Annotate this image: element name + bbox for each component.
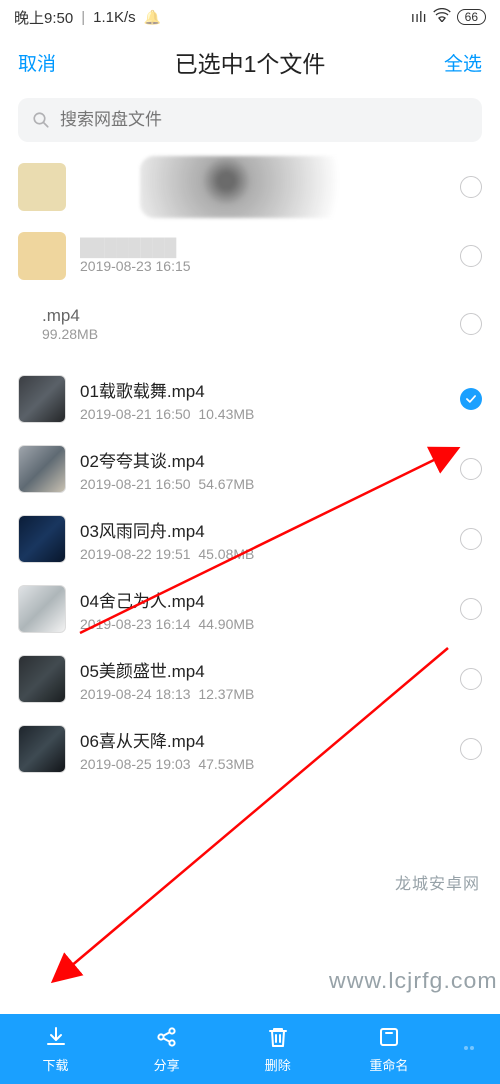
file-date: 2019-08-22 19:51 [80,546,191,562]
video-thumbnail [18,445,66,493]
file-size: 99.28MB [42,326,446,342]
redacted-text [140,156,428,218]
list-item[interactable]: ████████ 2019-08-23 16:15 [0,228,500,290]
list-item[interactable]: 06喜从天降.mp4 2019-08-25 19:03 47.53MB [0,714,500,784]
list-item[interactable]: 01载歌载舞.mp4 2019-08-21 16:50 10.43MB [0,364,500,434]
checkbox[interactable] [460,668,482,690]
more-icon [460,1036,484,1063]
bottom-toolbar: 下载 分享 删除 重命名 [0,1014,500,1084]
checkbox[interactable] [460,598,482,620]
list-item[interactable]: 03风雨同舟.mp4 2019-08-22 19:51 45.08MB [0,504,500,574]
file-size: 44.90MB [198,616,254,632]
video-thumbnail [18,515,66,563]
watermark-text: 龙城安卓网 [395,870,480,894]
list-item[interactable]: .mp4 99.28MB [0,290,500,364]
wifi-icon [433,8,451,26]
cancel-button[interactable]: 取消 [18,49,56,76]
status-net-speed: 1.1K/s [93,9,136,26]
select-all-button[interactable]: 全选 [444,49,482,76]
delete-label: 删除 [265,1055,291,1074]
share-icon [155,1025,179,1052]
download-button[interactable]: 下载 [0,1025,111,1074]
checkbox[interactable] [460,245,482,267]
battery-icon: 66 [457,9,486,25]
video-thumbnail [18,655,66,703]
list-item[interactable] [0,146,500,228]
more-button[interactable] [444,1036,500,1063]
delete-button[interactable]: 删除 [222,1025,333,1074]
file-name: 04舍己为人.mp4 [80,587,446,612]
trash-icon [266,1025,290,1052]
file-size: 12.37MB [198,686,254,702]
checkbox[interactable] [460,176,482,198]
checkbox[interactable] [460,738,482,760]
search-icon [32,111,50,129]
search-input[interactable] [60,110,468,130]
file-date: 2019-08-23 16:15 [80,258,446,274]
file-name: 03风雨同舟.mp4 [80,517,446,542]
file-list: ████████ 2019-08-23 16:15 .mp4 99.28MB 0… [0,146,500,854]
signal-icon: ıılı [411,9,427,26]
folder-icon [18,232,66,280]
status-bar: 晚上9:50 | 1.1K/s 🔔 ıılı 66 [0,0,500,34]
file-name: 02夸夸其谈.mp4 [80,447,446,472]
file-date: 2019-08-23 16:14 [80,616,191,632]
download-icon [44,1025,68,1052]
file-date: 2019-08-24 18:13 [80,686,191,702]
file-size: 45.08MB [198,546,254,562]
file-size: 47.53MB [198,756,254,772]
list-item[interactable]: 02夸夸其谈.mp4 2019-08-21 16:50 54.67MB [0,434,500,504]
rename-icon [377,1025,401,1052]
file-name: 01载歌载舞.mp4 [80,377,446,402]
video-thumbnail [18,725,66,773]
list-item[interactable]: 05美颜盛世.mp4 2019-08-24 18:13 12.37MB [0,644,500,714]
watermark-url: www.lcjrfg.com [329,968,498,994]
redacted-text: ████████ [80,238,446,258]
checkbox[interactable] [460,313,482,335]
video-thumbnail [18,585,66,633]
file-name: 06喜从天降.mp4 [80,727,446,752]
rename-button[interactable]: 重命名 [333,1025,444,1074]
file-date: 2019-08-21 16:50 [80,406,191,422]
share-button[interactable]: 分享 [111,1025,222,1074]
checkbox[interactable] [460,528,482,550]
search-bar[interactable] [18,98,482,142]
status-time: 晚上9:50 [14,7,73,28]
page-title: 已选中1个文件 [175,45,326,79]
folder-icon [18,163,66,211]
file-date: 2019-08-25 19:03 [80,756,191,772]
file-date: 2019-08-21 16:50 [80,476,191,492]
checkbox[interactable] [460,388,482,410]
video-thumbnail [18,375,66,423]
selection-header: 取消 已选中1个文件 全选 [0,34,500,90]
bell-icon: 🔔 [144,9,161,26]
file-name-suffix: .mp4 [42,306,80,325]
file-size: 10.43MB [198,406,254,422]
download-label: 下载 [43,1055,69,1074]
share-label: 分享 [154,1055,180,1074]
list-item[interactable]: 04舍己为人.mp4 2019-08-23 16:14 44.90MB [0,574,500,644]
checkbox[interactable] [460,458,482,480]
rename-label: 重命名 [369,1055,408,1074]
file-name: 05美颜盛世.mp4 [80,657,446,682]
file-size: 54.67MB [198,476,254,492]
